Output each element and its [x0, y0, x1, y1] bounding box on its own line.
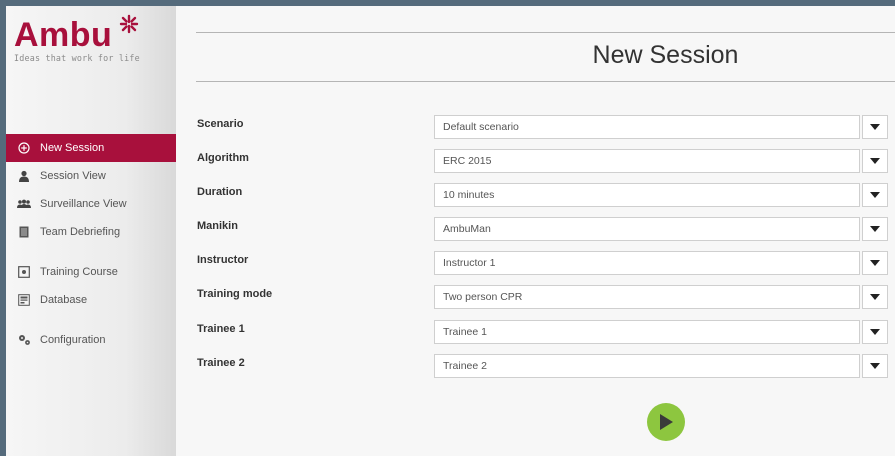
sidebar: Ambu Ideas that work for life New Sessio…: [6, 6, 176, 456]
main-content: New Session Scenario Default scenario Al…: [196, 6, 895, 456]
trainee-1-dropdown-button[interactable]: [862, 320, 888, 344]
manikin-label: Manikin: [197, 220, 238, 232]
caret-down-icon: [870, 294, 880, 300]
sidebar-item-session-view[interactable]: Session View: [6, 162, 176, 190]
plus-circle-icon: [16, 142, 32, 154]
gears-icon: [16, 334, 32, 346]
caret-down-icon: [870, 260, 880, 266]
sidebar-item-label: Database: [40, 294, 88, 306]
person-icon: [16, 170, 32, 182]
training-mode-select[interactable]: Two person CPR: [434, 285, 860, 309]
page-title: New Session: [592, 41, 739, 69]
form-row-trainee-1: Trainee 1 Trainee 1: [196, 320, 895, 347]
caret-down-icon: [870, 124, 880, 130]
trainee-1-label: Trainee 1: [197, 323, 245, 335]
algorithm-select[interactable]: ERC 2015: [434, 149, 860, 173]
form-row-manikin: Manikin AmbuMan: [196, 217, 895, 244]
form-row-trainee-2: Trainee 2 Trainee 2: [196, 354, 895, 381]
caret-down-icon: [870, 158, 880, 164]
duration-dropdown-button[interactable]: [862, 183, 888, 207]
app-window: Ambu Ideas that work for life New Sessio…: [6, 6, 895, 456]
play-icon: [660, 414, 673, 430]
sidebar-item-label: New Session: [40, 142, 105, 154]
sidebar-item-new-session[interactable]: New Session: [6, 134, 176, 162]
database-icon: [16, 294, 32, 306]
group-icon: [16, 199, 32, 209]
header-divider-top: [196, 32, 895, 33]
trainee-1-select[interactable]: Trainee 1: [434, 320, 860, 344]
duration-label: Duration: [197, 186, 243, 198]
algorithm-label: Algorithm: [197, 152, 249, 164]
form-row-algorithm: Algorithm ERC 2015: [196, 149, 895, 176]
manikin-select[interactable]: AmbuMan: [434, 217, 860, 241]
sidebar-item-surveillance-view[interactable]: Surveillance View: [6, 190, 176, 218]
instructor-select[interactable]: Instructor 1: [434, 251, 860, 275]
sidebar-item-label: Training Course: [40, 266, 118, 278]
sidebar-item-team-debriefing[interactable]: Team Debriefing: [6, 218, 176, 246]
duration-select[interactable]: 10 minutes: [434, 183, 860, 207]
sidebar-item-configuration[interactable]: Configuration: [6, 326, 176, 354]
sidebar-item-database[interactable]: Database: [6, 286, 176, 314]
scenario-select[interactable]: Default scenario: [434, 115, 860, 139]
trainee-2-dropdown-button[interactable]: [862, 354, 888, 378]
trainee-2-label: Trainee 2: [197, 357, 245, 369]
form-row-duration: Duration 10 minutes: [196, 183, 895, 210]
manikin-dropdown-button[interactable]: [862, 217, 888, 241]
sidebar-item-label: Team Debriefing: [40, 226, 121, 238]
sidebar-item-label: Session View: [40, 170, 106, 182]
target-square-icon: [16, 266, 32, 278]
logo-star-icon: [119, 14, 139, 34]
instructor-label: Instructor: [197, 254, 249, 266]
caret-down-icon: [870, 329, 880, 335]
scenario-dropdown-button[interactable]: [862, 115, 888, 139]
training-mode-dropdown-button[interactable]: [862, 285, 888, 309]
start-session-button[interactable]: [647, 403, 685, 441]
algorithm-dropdown-button[interactable]: [862, 149, 888, 173]
form-row-training-mode: Training mode Two person CPR: [196, 285, 895, 312]
training-mode-label: Training mode: [197, 288, 273, 300]
caret-down-icon: [870, 192, 880, 198]
form-row-instructor: Instructor Instructor 1: [196, 251, 895, 278]
form-row-scenario: Scenario Default scenario: [196, 115, 895, 142]
caret-down-icon: [870, 363, 880, 369]
sidebar-nav: New Session Session View Surveillance Vi…: [6, 134, 176, 354]
logo-tagline: Ideas that work for life: [14, 53, 140, 63]
sidebar-item-label: Configuration: [40, 334, 106, 346]
caret-down-icon: [870, 226, 880, 232]
sidebar-item-training-course[interactable]: Training Course: [6, 258, 176, 286]
trainee-2-select[interactable]: Trainee 2: [434, 354, 860, 378]
document-icon: [16, 226, 32, 238]
header-divider-bottom: [196, 81, 895, 82]
ambu-logo: Ambu Ideas that work for life: [14, 14, 140, 63]
scenario-label: Scenario: [197, 118, 244, 130]
sidebar-item-label: Surveillance View: [40, 198, 127, 210]
instructor-dropdown-button[interactable]: [862, 251, 888, 275]
